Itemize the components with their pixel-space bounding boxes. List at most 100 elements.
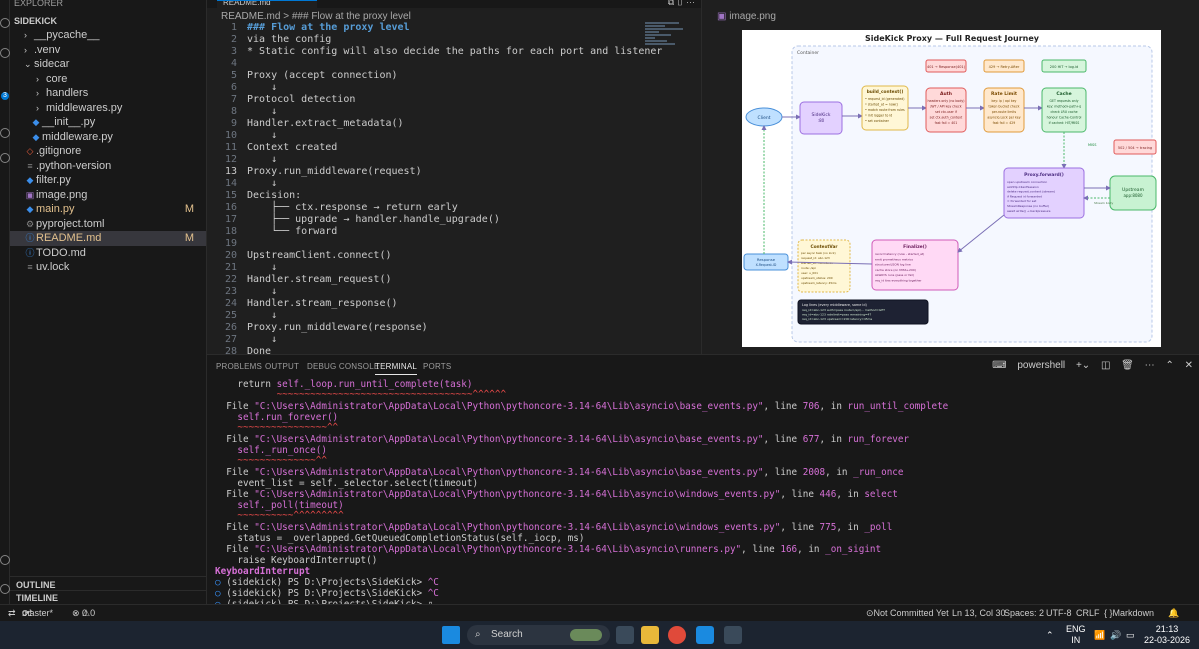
tab-problems[interactable]: PROBLEMS <box>216 362 262 371</box>
code-line[interactable]: 11 Context created <box>207 142 687 154</box>
code-line[interactable]: 24 Handler.stream_response() <box>207 298 687 310</box>
extensions-icon[interactable] <box>0 153 10 163</box>
tree-item-middleware-py[interactable]: ◆ middleware.py <box>10 130 206 145</box>
branch-indicator[interactable]: ⎇ master* ⟳ <box>22 605 53 621</box>
maximize-panel-icon[interactable]: ⌃ <box>1165 360 1173 371</box>
tree-item-pycache[interactable]: › __pycache__ <box>10 28 206 43</box>
code-editor[interactable]: 1 ### Flow at the proxy level 2 via the con… <box>207 22 701 357</box>
tree-item-readme-md[interactable]: ⓘ README.md M <box>10 231 206 246</box>
language-indicator[interactable]: ENG IN <box>1066 624 1086 646</box>
cursor-position[interactable]: Ln 13, Col 30 <box>952 605 1006 621</box>
kill-terminal-icon[interactable]: 🗑 <box>1121 360 1134 371</box>
code-line[interactable]: 15 Decision: <box>207 190 687 202</box>
code-line[interactable]: 12 ↓ <box>207 154 687 166</box>
blame-status[interactable]: ⊙ Not Committed Yet <box>866 605 949 621</box>
code-line[interactable]: 3 * Static config will also decide the pa… <box>207 46 687 58</box>
tray-overflow-icon[interactable]: ⌃ <box>1046 630 1054 641</box>
code-line[interactable]: 2 via the config <box>207 34 687 46</box>
code-line[interactable]: 16 ├── ctx.response → return early <box>207 202 687 214</box>
terminal-line: status = _overlapped.GetQueuedCompletion… <box>215 533 584 544</box>
code-line[interactable]: 23 ↓ <box>207 286 687 298</box>
tab-terminal[interactable]: TERMINAL <box>375 362 418 375</box>
tree-item-sidecar[interactable]: ⌄ sidecar <box>10 57 206 72</box>
wifi-icon[interactable]: 📶 <box>1094 630 1105 641</box>
tree-item-handlers[interactable]: › handlers <box>10 86 206 101</box>
tree-item-middlewares-py[interactable]: › middlewares.py <box>10 101 206 116</box>
battery-icon[interactable]: ▭ <box>1126 630 1135 641</box>
tree-item-core[interactable]: › core <box>10 72 206 87</box>
diagram-line: check LRU cache <box>1050 110 1077 114</box>
tree-item-python-version[interactable]: ≡ .python-version <box>10 159 206 174</box>
terminal-output[interactable]: return self._loop.run_until_complete(tas… <box>207 379 1199 610</box>
tree-item-gitignore[interactable]: ◇ .gitignore <box>10 144 206 159</box>
close-panel-icon[interactable]: ✕ <box>1185 360 1193 371</box>
clock[interactable]: 21:13 22-03-2026 <box>1144 624 1190 646</box>
code-line[interactable]: 26 Proxy.run_middleware(response) <box>207 322 687 334</box>
tree-item-uv-lock[interactable]: ≡ uv.lock <box>10 260 206 275</box>
timeline-section[interactable]: TIMELINE <box>10 590 207 604</box>
tab-output[interactable]: OUTPUT <box>265 362 299 371</box>
code-line[interactable]: 25 ↓ <box>207 310 687 322</box>
explorer-icon[interactable] <box>0 18 10 28</box>
tree-item-main-py[interactable]: ◆ main.py M <box>10 202 206 217</box>
tree-item-filter-py[interactable]: ◆ filter.py <box>10 173 206 188</box>
chrome-icon[interactable] <box>668 626 686 644</box>
line-endings[interactable]: CRLF <box>1076 605 1100 621</box>
tree-item-pyproject-toml[interactable]: ⚙ pyproject.toml <box>10 217 206 232</box>
image-tab-label[interactable]: ▣ image.png <box>703 0 1199 22</box>
terminal-text: File <box>215 522 255 533</box>
tree-item-todo-md[interactable]: ⓘ TODO.md <box>10 246 206 261</box>
tab-ports[interactable]: PORTS <box>423 362 451 371</box>
settings-gear-icon[interactable] <box>0 584 10 594</box>
file-explorer-icon[interactable] <box>641 626 659 644</box>
code-line[interactable]: 1 ### Flow at the proxy level <box>207 22 687 34</box>
minimap[interactable] <box>645 22 685 62</box>
start-button-icon[interactable] <box>442 626 460 644</box>
code-line[interactable]: 5 Proxy (accept connection) <box>207 70 687 82</box>
source-control-badge[interactable]: 3 <box>1 92 9 100</box>
problems-indicator[interactable]: ⊗ 0 ⚠ 0 <box>72 605 95 621</box>
code-line[interactable]: 22 Handler.stream_request() <box>207 274 687 286</box>
run-debug-icon[interactable] <box>0 128 10 138</box>
code-line[interactable]: 21 ↓ <box>207 262 687 274</box>
tree-item-image-png[interactable]: ▣ image.png <box>10 188 206 203</box>
code-line[interactable]: 10 ↓ <box>207 130 687 142</box>
editor-actions[interactable]: ⧉ ▯ ⋯ <box>668 0 695 8</box>
code-line[interactable]: 18 └── forward <box>207 226 687 238</box>
vscode-icon[interactable] <box>696 626 714 644</box>
notifications-icon[interactable]: 🔔 <box>1168 605 1179 621</box>
tab-debug-console[interactable]: DEBUG CONSOLE <box>307 362 379 371</box>
account-icon[interactable] <box>0 555 10 565</box>
code-line[interactable]: 19 <box>207 238 687 250</box>
breadcrumb[interactable]: README.md > ### Flow at the proxy level <box>207 8 701 22</box>
code-line[interactable]: 4 <box>207 58 687 70</box>
code-line[interactable]: 6 ↓ <box>207 82 687 94</box>
encoding[interactable]: UTF-8 <box>1046 605 1072 621</box>
search-icon[interactable] <box>0 48 10 58</box>
remote-icon[interactable]: ⇄ <box>8 605 16 621</box>
code-line[interactable]: 27 ↓ <box>207 334 687 346</box>
volume-icon[interactable]: 🔊 <box>1110 630 1121 641</box>
new-terminal-button[interactable]: +⌄ <box>1076 360 1090 371</box>
code-line[interactable]: 8 ↓ <box>207 106 687 118</box>
taskbar-search[interactable]: ⌕ Search <box>467 625 610 645</box>
code-line[interactable]: 14 ↓ <box>207 178 687 190</box>
image-canvas[interactable]: SideKick Proxy — Full Request Journey Co… <box>742 30 1161 347</box>
language-mode[interactable]: { } Markdown <box>1104 605 1154 621</box>
shell-name[interactable]: powershell <box>1017 360 1065 371</box>
code-line[interactable]: 20 UpstreamClient.connect() <box>207 250 687 262</box>
indentation[interactable]: Spaces: 2 <box>1004 605 1044 621</box>
tab-readme[interactable]: README.md <box>217 0 317 8</box>
split-terminal-button[interactable]: ◫ <box>1101 360 1110 371</box>
code-line[interactable]: 13 Proxy.run_middleware(request) <box>207 166 687 178</box>
code-line[interactable]: 9 Handler.extract_metadata() <box>207 118 687 130</box>
code-line[interactable]: 7 Protocol detection <box>207 94 687 106</box>
code-line[interactable]: 17 ├── upgrade → handler.handle_upgrade(… <box>207 214 687 226</box>
workspace-root[interactable]: SIDEKICK <box>10 14 206 28</box>
task-view-icon[interactable] <box>616 626 634 644</box>
tree-item-init-py[interactable]: ◆ __init__.py <box>10 115 206 130</box>
more-actions-icon[interactable]: ⋯ <box>1145 360 1155 371</box>
app-icon[interactable] <box>724 626 742 644</box>
tree-item-venv[interactable]: › .venv <box>10 43 206 58</box>
terminal-text: 2008 <box>802 467 826 478</box>
